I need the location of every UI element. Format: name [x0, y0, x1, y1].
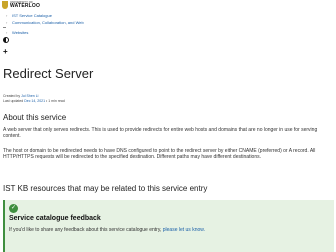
university-logo[interactable]: UNIVERSITY OF WATERLOO — [2, 1, 42, 10]
feedback-notice: ✓ Service catalogue feedback If you'd li… — [3, 200, 334, 252]
breadcrumb-websites[interactable]: › Websites — [3, 30, 28, 35]
breadcrumb-label: Websites — [12, 30, 29, 35]
expand-button[interactable]: + — [3, 47, 8, 56]
breadcrumb-divider — [3, 27, 6, 28]
breadcrumb-label: Communication, Collaboration, and Web — [12, 20, 84, 25]
about-heading: About this service — [3, 113, 67, 122]
breadcrumb-separator-icon: › — [6, 20, 8, 25]
breadcrumb-label: IST Service Catalogue — [12, 13, 52, 18]
shield-icon — [2, 1, 8, 9]
theme-toggle-button[interactable] — [3, 37, 9, 45]
created-by-line: Created by Jui Shen Li — [3, 94, 38, 98]
about-paragraph-1: A web server that only serves redirects.… — [3, 127, 318, 140]
last-updated-label: Last updated — [3, 99, 24, 103]
last-updated-date[interactable]: Dec 14, 2021 — [24, 99, 45, 103]
created-by-label: Created by — [3, 94, 21, 98]
plus-icon: + — [3, 47, 8, 56]
page-title: Redirect Server — [3, 66, 94, 81]
author-link[interactable]: Jui Shen Li — [21, 94, 38, 98]
feedback-body: If you'd like to share any feedback abou… — [9, 227, 205, 233]
breadcrumb-communication[interactable]: › Communication, Collaboration, and Web — [3, 20, 84, 25]
last-updated-line: Last updated Dec 14, 2021 • 1 min read — [3, 99, 65, 103]
breadcrumb-ist-service-catalogue[interactable]: › IST Service Catalogue — [3, 13, 52, 18]
kb-resources-heading: IST KB resources that may be related to … — [3, 184, 208, 193]
checkmark-icon: ✓ — [9, 204, 18, 213]
read-time: • 1 min read — [46, 99, 65, 103]
about-paragraph-2: The host or domain to be redirected need… — [3, 148, 316, 161]
breadcrumb-separator-icon: › — [6, 30, 8, 35]
logo-name: WATERLOO — [10, 3, 41, 9]
feedback-text: If you'd like to share any feedback abou… — [9, 227, 162, 233]
feedback-title: Service catalogue feedback — [9, 215, 101, 222]
breadcrumb-separator-icon: › — [6, 13, 8, 18]
contrast-icon — [3, 37, 9, 43]
feedback-link[interactable]: please let us know. — [163, 227, 205, 233]
